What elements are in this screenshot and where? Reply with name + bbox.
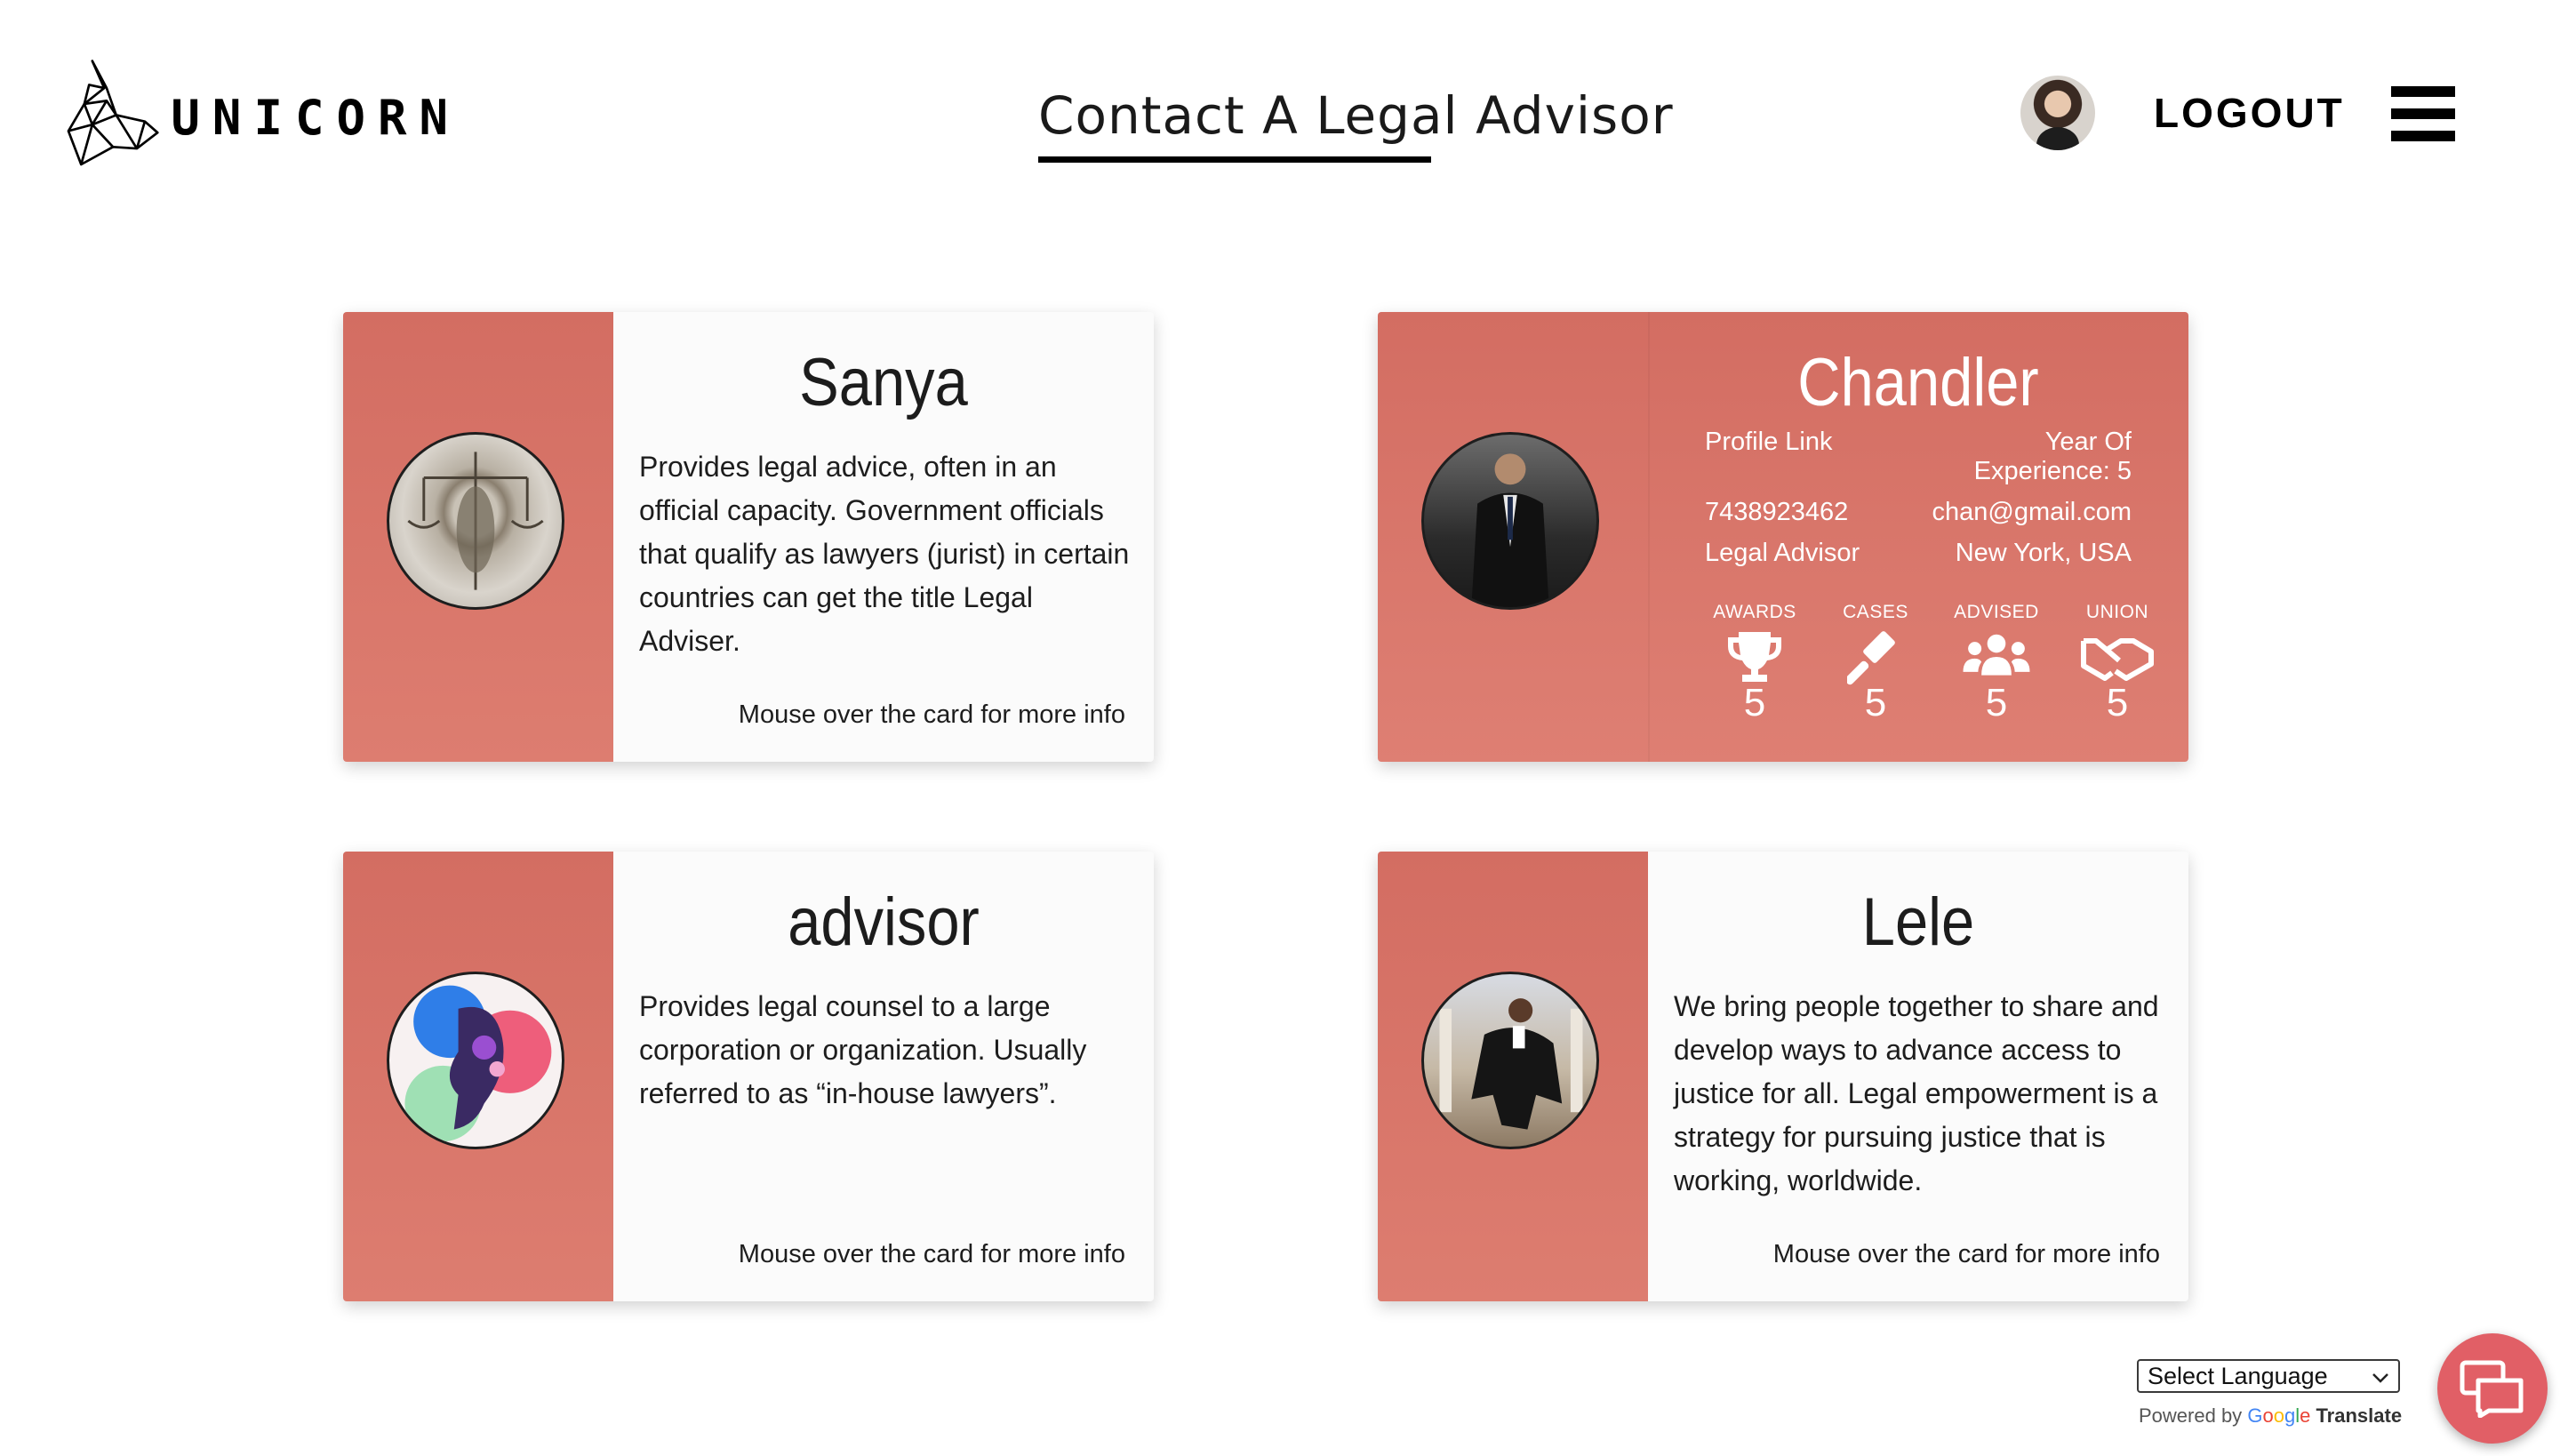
brand-logo[interactable]: UNICORN: [60, 44, 460, 178]
stat-awards: AWARDS 5: [1694, 602, 1815, 724]
language-select-value: Select Language: [2148, 1362, 2328, 1389]
page-title-block: Contact A Legal Advisor: [1038, 85, 1674, 163]
page-title: Contact A Legal Advisor: [1038, 85, 1674, 146]
stat-cases: CASES 5: [1815, 602, 1936, 724]
brand-name: UNICORN: [171, 89, 460, 146]
advisor-card-sanya[interactable]: Sanya Provides legal advice, often in an…: [343, 312, 1154, 762]
stat-advised: ADVISED 5: [1936, 602, 2057, 724]
advisor-photo: [1421, 432, 1599, 610]
advisor-name: advisor: [788, 884, 980, 960]
card-hint: Mouse over the card for more info: [1772, 1240, 2160, 1268]
google-letter: g: [2284, 1404, 2296, 1427]
role-text: Legal Advisor: [1705, 539, 1860, 567]
title-underline: [1038, 156, 1431, 163]
handshake-icon: [2057, 628, 2178, 685]
advisor-photo: [1421, 972, 1599, 1149]
advisor-name: Chandler: [1797, 345, 2039, 420]
google-letter: o: [2262, 1404, 2274, 1427]
stat-value: 5: [2106, 681, 2129, 724]
advisor-description: Provides legal counsel to a large corpor…: [639, 990, 1087, 1109]
stat-label: UNION: [2085, 602, 2149, 622]
experience-text: Year Of Experience: 5: [1973, 428, 2132, 485]
logout-button[interactable]: LOGOUT: [2154, 89, 2345, 137]
stat-label: AWARDS: [1713, 602, 1796, 622]
google-letter: G: [2247, 1404, 2263, 1427]
advisor-card-lele[interactable]: Lele We bring people together to share a…: [1378, 852, 2188, 1301]
email-text: chan@gmail.com: [1932, 498, 2132, 526]
hamburger-menu-icon[interactable]: [2391, 86, 2455, 141]
advisor-description: Provides legal advice, often in an offic…: [639, 451, 1130, 657]
google-letter: e: [2300, 1404, 2311, 1427]
stat-label: ADVISED: [1954, 602, 2039, 622]
advisor-name: Sanya: [799, 345, 968, 420]
phone-text: 7438923462: [1705, 498, 1849, 526]
translate-link[interactable]: Translate: [2316, 1404, 2402, 1427]
stat-value: 5: [1985, 681, 2008, 724]
chevron-down-icon: [2372, 1363, 2389, 1390]
stat-union: UNION 5: [2057, 602, 2178, 724]
advisor-card-advisor[interactable]: advisor Provides legal counsel to a larg…: [343, 852, 1154, 1301]
advisor-stats: AWARDS 5 CASES 5 ADVISED 5 UNION 5: [1694, 602, 2188, 724]
advisor-photo: [387, 432, 564, 610]
gavel-icon: [1815, 628, 1936, 685]
chat-icon: [2460, 1360, 2524, 1418]
advisor-photo: [387, 972, 564, 1149]
powered-by-text: Powered by: [2139, 1404, 2243, 1427]
powered-by-google: Powered by Google Translate: [2139, 1404, 2402, 1428]
chat-button[interactable]: [2437, 1333, 2548, 1444]
profile-link[interactable]: Profile Link: [1705, 428, 1918, 486]
stat-label: CASES: [1843, 602, 1908, 622]
advisor-card-chandler[interactable]: Chandler Profile Link Year Of Experience…: [1378, 312, 2188, 762]
advisor-description: We bring people together to share and de…: [1674, 990, 2159, 1196]
stat-value: 5: [1743, 681, 1766, 724]
location-text: New York, USA: [1955, 539, 2132, 567]
advisor-info: Profile Link Year Of Experience: 5 74389…: [1705, 428, 2132, 568]
users-icon: [1936, 628, 2057, 685]
card-hint: Mouse over the card for more info: [738, 700, 1125, 729]
google-letter: o: [2273, 1404, 2284, 1427]
unicorn-head-icon: [67, 60, 159, 166]
stat-value: 5: [1864, 681, 1887, 724]
language-select[interactable]: Select Language: [2137, 1359, 2400, 1393]
trophy-icon: [1694, 628, 1815, 685]
user-avatar[interactable]: [2020, 76, 2095, 150]
advisor-name: Lele: [1861, 884, 1975, 960]
card-hint: Mouse over the card for more info: [738, 1240, 1125, 1268]
